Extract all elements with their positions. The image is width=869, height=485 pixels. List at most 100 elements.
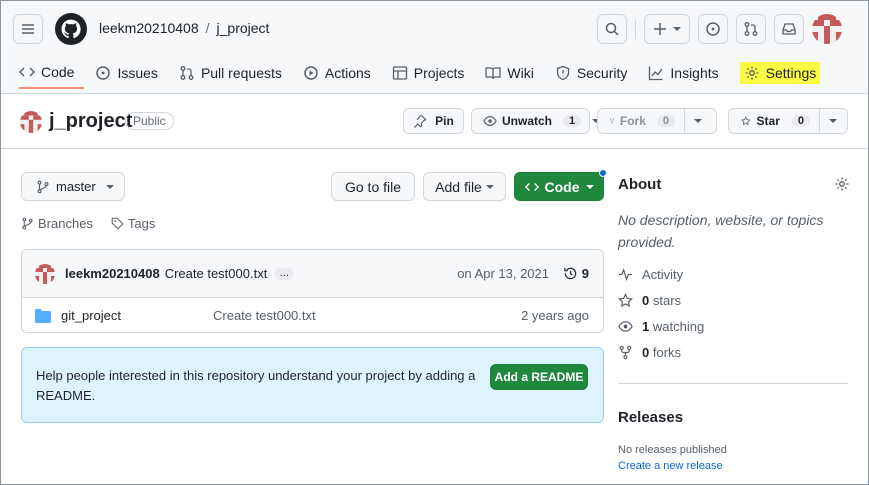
activity-label: Activity	[642, 267, 684, 282]
star-button[interactable]: Star 0	[728, 108, 848, 134]
watching-link[interactable]: 1 watching	[618, 319, 704, 334]
commit-author-avatar[interactable]	[35, 263, 55, 284]
branch-select-button[interactable]: master	[21, 172, 125, 201]
commit-message[interactable]: Create test000.txt	[165, 266, 268, 281]
tab-projects-label: Projects	[413, 65, 465, 81]
tab-code-label: Code	[41, 64, 75, 80]
create-new-button[interactable]	[644, 14, 690, 44]
triangle-down-icon	[485, 184, 494, 189]
code-icon	[524, 182, 539, 191]
header-actions	[597, 14, 842, 44]
add-readme-button[interactable]: Add a README	[490, 364, 588, 390]
unwatch-label: Unwatch	[502, 114, 553, 128]
about-heading: About	[618, 176, 662, 193]
file-name[interactable]: git_project	[61, 308, 121, 323]
fork-dropdown[interactable]	[684, 109, 711, 133]
github-logo-icon[interactable]	[55, 13, 87, 45]
repo-nav-tabs: Code Issues Pull requests Actions Projec…	[19, 57, 831, 89]
visibility-badge: Public	[125, 112, 174, 130]
breadcrumb-separator: /	[205, 20, 210, 36]
unwatch-main[interactable]: Unwatch 1	[472, 109, 609, 133]
header-divider	[635, 19, 636, 39]
commit-count: 9	[581, 266, 589, 281]
star-icon	[618, 293, 633, 308]
releases-heading[interactable]: Releases	[618, 409, 683, 426]
fork-button[interactable]: Fork 0	[597, 108, 717, 134]
file-browser: leekm20210408 Create test000.txt … on Ap…	[21, 249, 604, 333]
stars-label: stars	[652, 293, 682, 308]
commit-expand-button[interactable]: …	[275, 267, 294, 280]
triangle-down-icon	[829, 119, 837, 123]
shield-icon	[556, 65, 569, 81]
eye-icon	[618, 321, 633, 332]
sidebar-divider	[618, 383, 848, 384]
unwatch-button[interactable]: Unwatch 1	[471, 108, 601, 134]
readme-prompt-text: Help people interested in this repositor…	[36, 368, 476, 403]
pin-button[interactable]: Pin	[403, 108, 464, 134]
identicon-avatar-icon	[812, 14, 842, 44]
breadcrumb-owner-link[interactable]: leekm20210408	[99, 20, 199, 36]
git-branch-icon	[37, 180, 49, 193]
forks-link[interactable]: 0 forks	[618, 345, 681, 360]
git-pull-request-icon	[744, 22, 758, 36]
inbox-button[interactable]	[774, 14, 804, 44]
tab-insights[interactable]: Insights	[648, 57, 728, 89]
star-dropdown[interactable]	[819, 109, 846, 133]
add-file-button[interactable]: Add file	[423, 172, 506, 201]
pull-requests-button[interactable]	[736, 14, 766, 44]
tab-settings[interactable]: Settings	[739, 62, 821, 84]
triangle-down-icon	[694, 119, 702, 123]
tag-icon	[111, 217, 124, 230]
file-row[interactable]: git_project Create test000.txt 2 years a…	[22, 298, 603, 332]
tab-insights-label: Insights	[670, 65, 719, 81]
fork-main[interactable]: Fork 0	[598, 109, 684, 133]
tab-settings-label: Settings	[765, 65, 817, 81]
go-to-file-button[interactable]: Go to file	[331, 172, 415, 201]
tab-projects[interactable]: Projects	[392, 57, 475, 89]
pin-icon	[414, 114, 427, 128]
readme-prompt-box: Help people interested in this repositor…	[21, 347, 604, 423]
tags-label: Tags	[127, 216, 156, 231]
commit-author[interactable]: leekm20210408	[65, 266, 160, 281]
forks-count: 0	[642, 345, 650, 360]
tab-pull-requests[interactable]: Pull requests	[179, 57, 292, 89]
issues-button[interactable]	[698, 14, 728, 44]
code-dropdown-button[interactable]: Code	[514, 172, 604, 201]
search-icon	[605, 22, 619, 36]
branches-link[interactable]: Branches	[21, 216, 93, 231]
git-branch-icon	[22, 217, 33, 230]
commit-history-link[interactable]: 9	[563, 266, 589, 281]
repo-header: j_project Public Pin Unwatch 1 Fork 0 St…	[1, 95, 868, 149]
activity-link[interactable]: Activity	[618, 267, 683, 282]
tab-wiki[interactable]: Wiki	[485, 57, 543, 89]
user-avatar[interactable]	[812, 14, 842, 44]
play-icon	[304, 66, 318, 80]
star-main[interactable]: Star 0	[729, 109, 819, 133]
tab-actions[interactable]: Actions	[303, 57, 381, 89]
tags-link[interactable]: Tags	[111, 216, 155, 231]
tab-code[interactable]: Code	[19, 57, 85, 89]
search-button[interactable]	[597, 14, 627, 44]
tab-issues-label: Issues	[117, 65, 158, 81]
tab-security[interactable]: Security	[555, 57, 638, 89]
file-commit-message[interactable]: Create test000.txt	[213, 308, 316, 323]
folder-icon	[35, 308, 51, 323]
notification-dot	[599, 169, 607, 177]
breadcrumb-repo-link[interactable]: j_project	[217, 20, 270, 36]
gear-icon[interactable]	[834, 176, 850, 192]
add-file-label: Add file	[435, 178, 482, 195]
create-release-link[interactable]: Create a new release	[618, 460, 723, 472]
history-icon	[564, 267, 576, 280]
branch-name: master	[56, 179, 96, 194]
forks-label: forks	[652, 345, 682, 360]
repo-title[interactable]: j_project	[49, 110, 132, 133]
repo-owner-avatar[interactable]	[20, 111, 42, 133]
watching-label: watching	[652, 319, 705, 334]
stars-link[interactable]: 0 stars	[618, 293, 681, 308]
hamburger-menu-button[interactable]	[13, 14, 43, 44]
repo-forked-icon	[609, 118, 615, 124]
about-description: No description, website, or topics provi…	[618, 212, 824, 250]
tab-security-label: Security	[576, 65, 628, 81]
inbox-icon	[782, 23, 796, 35]
tab-issues[interactable]: Issues	[95, 57, 167, 89]
